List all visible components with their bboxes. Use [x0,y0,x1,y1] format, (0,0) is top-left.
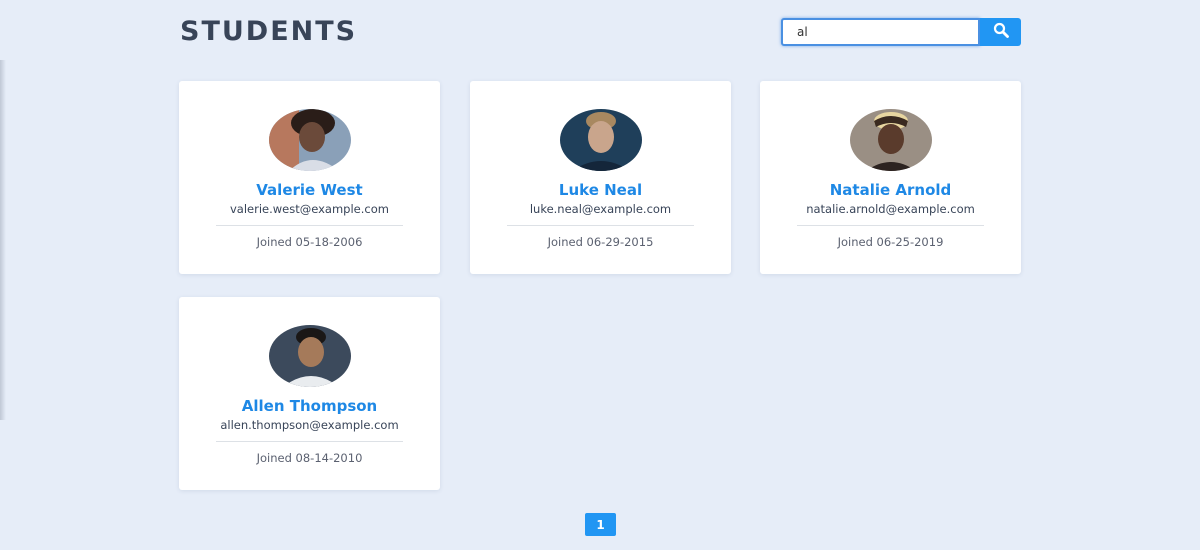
student-name[interactable]: Natalie Arnold [760,181,1021,199]
search-input[interactable] [781,18,980,46]
joined-date: Joined 06-29-2015 [547,235,654,249]
student-card[interactable]: Allen Thompson allen.thompson@example.co… [179,297,440,490]
side-panel-shadow [0,60,6,420]
page-title: STUDENTS [180,16,358,47]
student-card[interactable]: Luke Neal luke.neal@example.com Joined 0… [470,81,731,274]
student-email: valerie.west@example.com [230,202,389,216]
student-email: luke.neal@example.com [529,202,672,216]
pagination-page-button[interactable]: 1 [585,513,616,536]
divider [216,225,403,226]
divider [216,441,403,442]
search-button[interactable] [980,18,1021,46]
search-bar [781,18,1021,46]
avatar [269,325,351,387]
student-name[interactable]: Valerie West [179,181,440,199]
student-name[interactable]: Luke Neal [470,181,731,199]
student-email: natalie.arnold@example.com [806,202,975,216]
magnifier-icon [993,22,1009,42]
student-name[interactable]: Allen Thompson [179,397,440,415]
avatar [560,109,642,171]
joined-date: Joined 06-25-2019 [837,235,944,249]
divider [507,225,694,226]
avatar [850,109,932,171]
student-card[interactable]: Natalie Arnold natalie.arnold@example.co… [760,81,1021,274]
joined-date: Joined 08-14-2010 [256,451,363,465]
joined-date: Joined 05-18-2006 [256,235,363,249]
avatar [269,109,351,171]
divider [797,225,984,226]
student-card[interactable]: Valerie West valerie.west@example.com Jo… [179,81,440,274]
student-email: allen.thompson@example.com [220,418,399,432]
